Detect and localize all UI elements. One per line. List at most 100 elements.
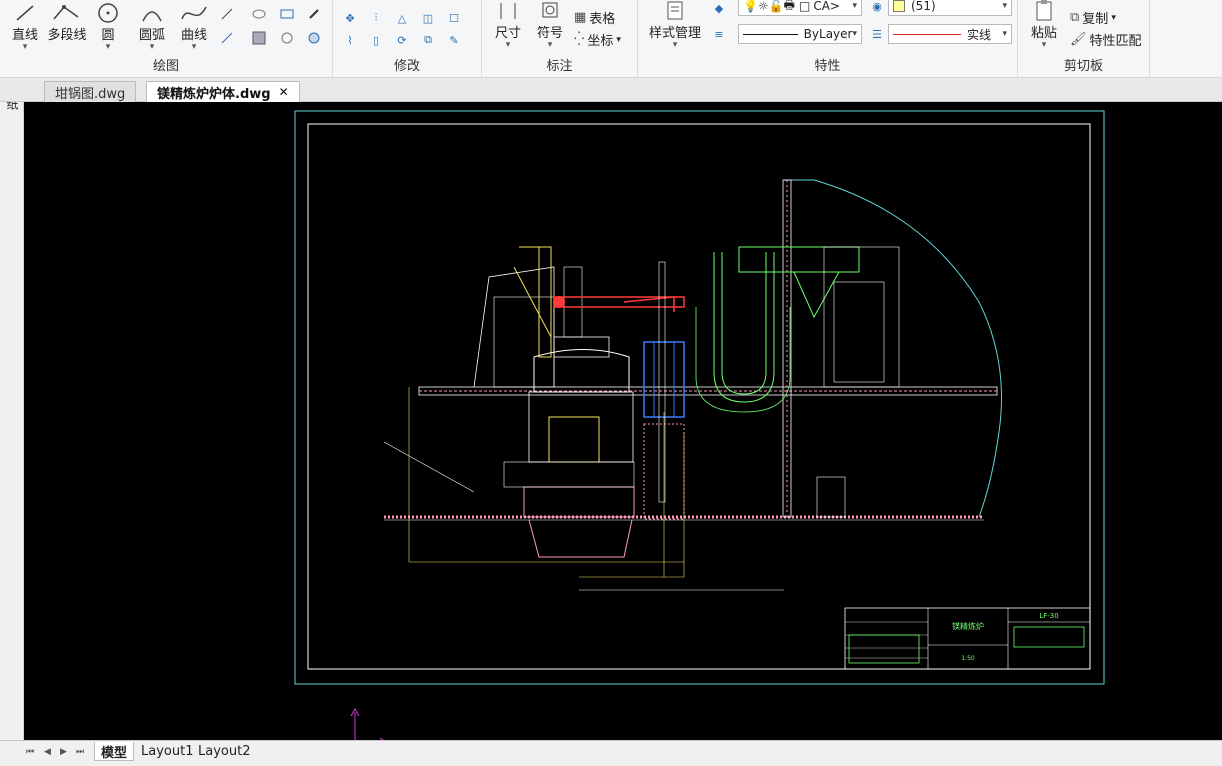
table-tool[interactable]: ▦ 表格 (574, 8, 615, 27)
offset-icon[interactable]: ▯ (367, 32, 385, 48)
erase-icon[interactable]: ☐ (445, 10, 463, 26)
chevron-down-icon: ▾ (852, 29, 857, 39)
circle-icon (92, 2, 124, 24)
ribbon: 直线 ▾ 多段线 圆 ▾ 圆弧 ▾ 曲线 ▾ 绘图 ✥ ⌇ ⫶ ▯ △ ⟳ ◫ … (0, 0, 1222, 78)
linetype-combo[interactable]: ByLayer ▾ (738, 24, 862, 44)
sheet-inner-frame (307, 123, 1091, 670)
symbol-icon (534, 0, 566, 22)
chevron-down-icon: ▾ (547, 40, 553, 50)
polyline-label: 多段线 (47, 28, 87, 43)
rectangle-icon[interactable] (278, 6, 296, 22)
chevron-down-icon: ▾ (1041, 40, 1047, 50)
gradient-icon[interactable] (305, 30, 323, 46)
style-manager-label: 样式管理 (648, 26, 701, 41)
curve-label: 曲线 (180, 28, 207, 43)
properties-panel-title: 特性 (814, 59, 841, 74)
chevron-down-icon: ▾ (505, 40, 511, 50)
furnace-body (528, 391, 634, 463)
leader-line (383, 441, 475, 493)
first-layout-icon[interactable]: ⏮ (26, 747, 34, 757)
hatch-icon[interactable] (250, 30, 268, 46)
chevron-down-icon: ▾ (149, 42, 155, 52)
trim-icon[interactable]: ⫶ (367, 10, 385, 26)
polyline-tool[interactable]: 多段线 (45, 2, 89, 43)
rotate-icon[interactable]: ⟳ (393, 32, 411, 48)
layer-icon[interactable]: ◆ (710, 0, 728, 16)
collector-top (738, 246, 860, 273)
chevron-down-icon: ▾ (105, 42, 111, 52)
table-icon: ▦ (574, 10, 587, 25)
left-frame (473, 266, 555, 388)
point-icon[interactable] (305, 6, 323, 22)
last-layout-icon[interactable]: ⏭ (76, 747, 84, 757)
dimension-icon (492, 0, 524, 22)
left-side-strip: 图纸 (0, 78, 24, 766)
tab-model[interactable]: 模型 (94, 742, 135, 761)
mirror-icon[interactable]: △ (393, 10, 411, 26)
chevron-down-icon: ▾ (1002, 29, 1007, 39)
edit-icon[interactable]: ✎ (445, 32, 463, 48)
lineweight-icon[interactable]: ≡ (710, 26, 728, 42)
properties-panel: 样式管理 ▾ ◆ ≡ 💡 ☼ 🔓 🖶 □ CA> ▾ ◉ (51) ▾ ByLa… (638, 0, 1018, 78)
stretch-icon[interactable]: ⌇ (341, 32, 359, 48)
paste-tool[interactable]: 粘贴 ▾ (1026, 0, 1062, 50)
dimension-tool[interactable]: 尺寸 ▾ (490, 0, 526, 50)
coordinate-icon: ⁛ (574, 32, 585, 47)
spline-icon (178, 2, 210, 24)
circle-tool[interactable]: 圆 ▾ (92, 2, 124, 52)
color-wheel-icon[interactable]: ◉ (868, 0, 886, 14)
line-tool[interactable]: 直线 ▾ (8, 2, 42, 52)
tab-label: 镁精炼炉炉体.dwg (157, 86, 271, 102)
tab-label: 坩锅图.dwg (55, 86, 126, 102)
color-combo[interactable]: (51) ▾ (888, 0, 1012, 16)
annotate-panel: 尺寸 ▾ 符号 ▾ ▦ 表格 ⁛ 坐标 ▾ 标注 (482, 0, 638, 78)
xline-icon[interactable] (218, 6, 236, 22)
symbol-tool[interactable]: 符号 ▾ (532, 0, 568, 50)
copy-tool[interactable]: ⧉ 复制 ▾ (1070, 8, 1116, 27)
linestyle-value: 实线 (967, 27, 992, 42)
arc-tool[interactable]: 圆弧 ▾ (134, 2, 170, 52)
next-layout-icon[interactable]: ▶ (60, 747, 67, 757)
titleblock-scale: 1:50 (961, 655, 975, 662)
linestyle-icon[interactable]: ☰ (868, 26, 886, 42)
tab-layout1[interactable]: Layout1 (135, 742, 199, 761)
layout-tab-bar: ⏮ ◀ ▶ ⏭ 模型 Layout1 Layout2 (0, 740, 1222, 766)
ellipse-icon[interactable] (250, 6, 268, 22)
clipboard-panel-title: 剪切板 (1063, 59, 1103, 74)
roof-box (553, 336, 610, 358)
tab-crucible-drawing[interactable]: 坩锅图.dwg (44, 81, 137, 102)
style-manager-tool[interactable]: 样式管理 ▾ (644, 0, 706, 50)
scale-icon[interactable]: ◫ (419, 10, 437, 26)
close-icon[interactable]: ✕ (279, 85, 289, 99)
arm-joint (553, 296, 565, 308)
match-properties-label: 特性匹配 (1089, 34, 1142, 49)
drawing-canvas[interactable]: 镁精炼炉 1:50 LF-30 (24, 102, 1222, 740)
match-properties-tool[interactable]: 🖌 特性匹配 (1070, 30, 1142, 49)
coordinate-label: 坐标 (587, 34, 614, 49)
prev-layout-icon[interactable]: ◀ (44, 747, 51, 757)
layer-combo[interactable]: 💡 ☼ 🔓 🖶 □ CA> ▾ (738, 0, 862, 16)
cad-drawing: 镁精炼炉 1:50 LF-30 (294, 110, 1105, 740)
dimension-label: 尺寸 (494, 26, 521, 41)
ray-icon[interactable] (218, 30, 236, 46)
array-icon[interactable]: ⧉ (419, 32, 437, 48)
chevron-down-icon: ▾ (672, 40, 678, 50)
curve-tool[interactable]: 曲线 ▾ (176, 2, 212, 52)
coordinate-tool[interactable]: ⁛ 坐标 ▾ (574, 30, 621, 49)
tab-furnace-drawing[interactable]: 镁精炼炉炉体.dwg ✕ (146, 81, 300, 102)
ladder (538, 246, 552, 358)
tab-layout2[interactable]: Layout2 (192, 742, 256, 761)
linetype-value: ByLayer (803, 27, 853, 41)
color-swatch (893, 0, 905, 12)
linestyle-combo[interactable]: 实线 ▾ (888, 24, 1012, 44)
document-tab-bar: 坩锅图.dwg 镁精炼炉炉体.dwg ✕ (0, 78, 1222, 102)
move-icon[interactable]: ✥ (341, 10, 359, 26)
line-label: 直线 (11, 28, 38, 43)
region-icon[interactable] (278, 30, 296, 46)
line-icon (9, 2, 41, 24)
control-cabinet (816, 476, 846, 518)
linestyle-sample (893, 33, 961, 35)
paste-icon (1028, 0, 1060, 22)
arc-icon (136, 2, 168, 24)
annotate-panel-title: 标注 (546, 59, 573, 74)
